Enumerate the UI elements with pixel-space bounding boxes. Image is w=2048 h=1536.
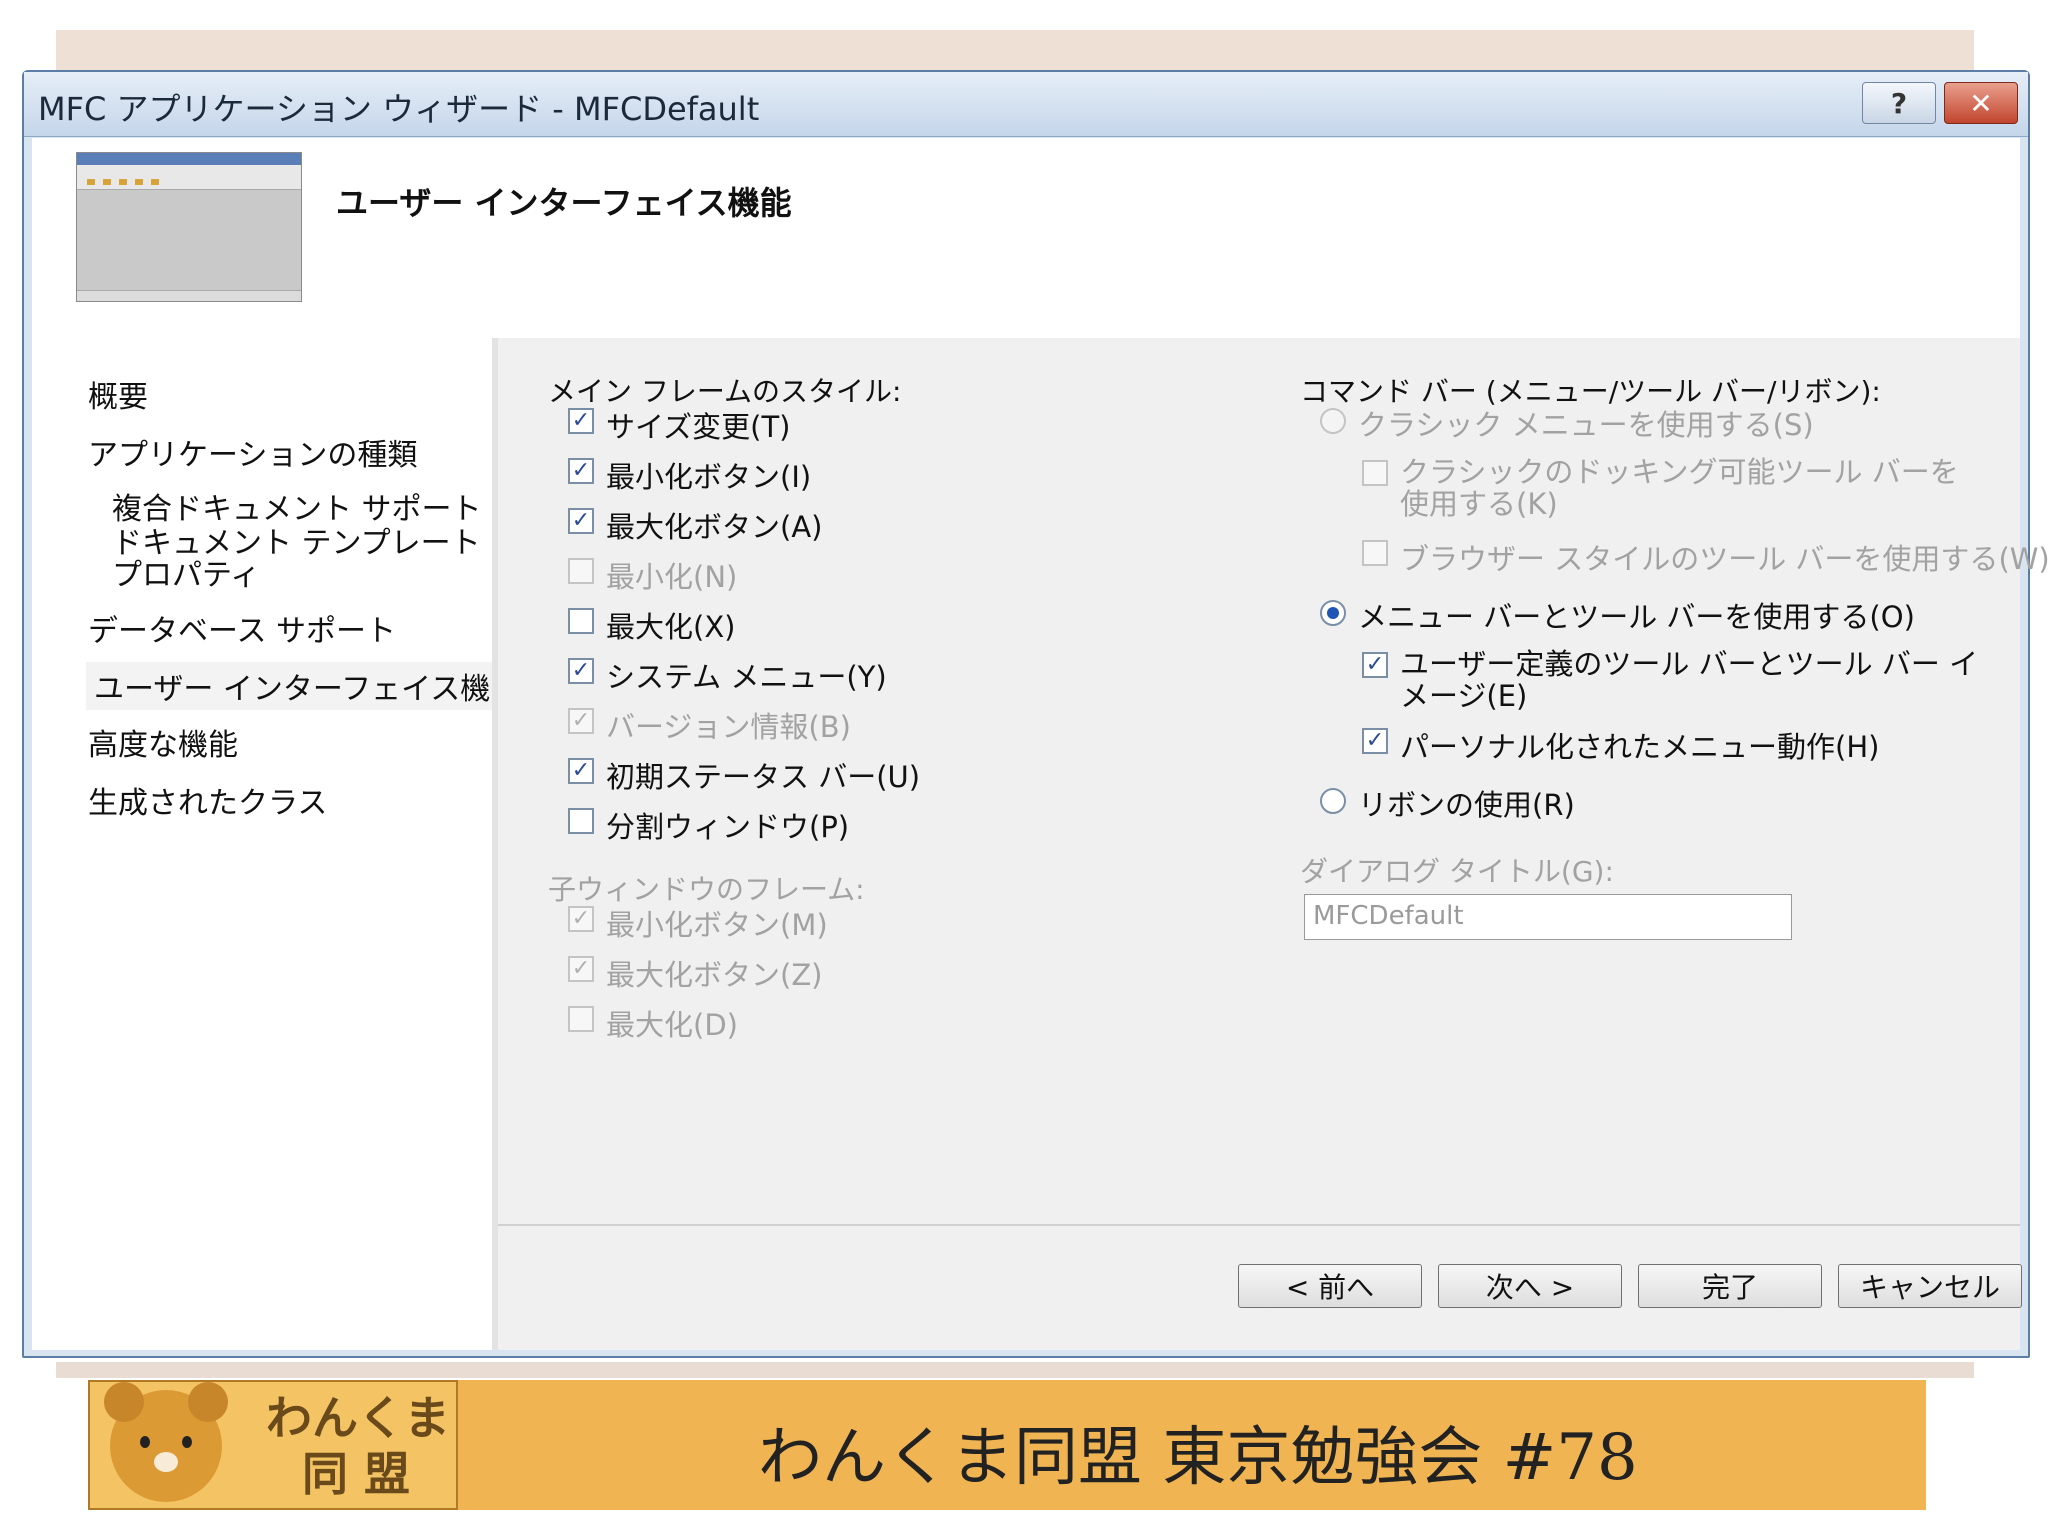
opt-status-bar[interactable]: ✓ 初期ステータス バー(U): [568, 754, 920, 796]
wizard-nav: 概要 アプリケーションの種類 複合ドキュメント サポート ドキュメント テンプレ…: [32, 338, 529, 1350]
radio-menubar-toolbar[interactable]: メニュー バーとツール バーを使用する(O): [1320, 594, 1915, 636]
dialog-title-label: ダイアログ タイトル(G):: [1300, 855, 1614, 888]
checkbox: ✓: [568, 956, 594, 982]
opt-personalized-menu[interactable]: ✓ パーソナル化されたメニュー動作(H): [1362, 724, 1879, 766]
opt-user-defined-toolbar[interactable]: ✓ ユーザー定義のツール バーとツール バー イメージ(E): [1362, 648, 1982, 712]
checkbox[interactable]: ✓: [1362, 728, 1388, 754]
opt-child-minimize-button: ✓ 最小化ボタン(M): [568, 902, 828, 944]
radio: [1320, 408, 1346, 434]
wankuma-logo: わんくま 同 盟: [88, 1380, 458, 1510]
opt-maximize-button[interactable]: ✓ 最大化ボタン(A): [568, 504, 822, 546]
prev-button[interactable]: < 前へ: [1238, 1264, 1422, 1308]
nav-item-advanced[interactable]: 高度な機能: [88, 720, 238, 764]
checkbox[interactable]: ✓: [568, 508, 594, 534]
slide-footer: わんくま 同 盟 わんくま同盟 東京勉強会 #78: [88, 1380, 1926, 1510]
nav-item-compound-doc[interactable]: 複合ドキュメント サポート: [112, 484, 482, 528]
opt-about-box: ✓ バージョン情報(B): [568, 704, 851, 746]
checkbox[interactable]: ✓: [568, 758, 594, 784]
opt-child-maximize-button: ✓ 最大化ボタン(Z): [568, 952, 823, 994]
opt-resize[interactable]: ✓ サイズ変更(T): [568, 404, 790, 446]
bear-icon: [104, 1382, 228, 1502]
checkbox[interactable]: [568, 608, 594, 634]
radio[interactable]: [1320, 600, 1346, 626]
opt-maximized[interactable]: 最大化(X): [568, 604, 736, 646]
wizard-window: MFC アプリケーション ウィザード - MFCDefault ? ✕ ユーザー…: [22, 70, 2048, 1358]
checkbox[interactable]: ✓: [568, 408, 594, 434]
nav-item-ui-features[interactable]: ユーザー インターフェイス機能: [86, 662, 529, 710]
slide-top-band: [56, 30, 1974, 74]
radio-classic-menu: クラシック メニューを使用する(S): [1320, 402, 1814, 444]
opt-system-menu[interactable]: ✓ システム メニュー(Y): [568, 654, 887, 696]
options-panel: メイン フレームのスタイル: ✓ サイズ変更(T) ✓ 最小化ボタン(I) ✓ 最大化…: [498, 338, 2048, 1350]
slide-bottom-band: [56, 1362, 1974, 1378]
divider: [498, 1224, 2020, 1226]
cancel-button[interactable]: キャンセル: [1838, 1264, 2022, 1308]
window-title: MFC アプリケーション ウィザード - MFCDefault: [38, 90, 760, 128]
checkbox: ✓: [568, 906, 594, 932]
page-title: ユーザー インターフェイス機能: [336, 184, 792, 222]
nav-item-database[interactable]: データベース サポート: [88, 606, 396, 650]
checkbox: [568, 558, 594, 584]
dialog-title-input: MFCDefault: [1304, 894, 1792, 940]
checkbox: [568, 1006, 594, 1032]
opt-child-maximized: 最大化(D): [568, 1002, 738, 1044]
radio[interactable]: [1320, 788, 1346, 814]
radio-ribbon[interactable]: リボンの使用(R): [1320, 782, 1575, 824]
app-preview-image: [76, 152, 302, 302]
close-button[interactable]: ✕: [1944, 82, 2018, 124]
checkbox: [1362, 540, 1388, 566]
finish-button[interactable]: 完了: [1638, 1264, 1822, 1308]
nav-item-generated-classes[interactable]: 生成されたクラス: [88, 778, 327, 822]
nav-item-app-type[interactable]: アプリケーションの種類: [88, 430, 417, 474]
checkbox: ✓: [568, 708, 594, 734]
opt-classic-docking: クラシックのドッキング可能ツール バーを使用する(K): [1362, 456, 1982, 520]
wizard-header: ユーザー インターフェイス機能: [32, 138, 2020, 338]
opt-minimized: 最小化(N): [568, 554, 737, 596]
wizard-client: ユーザー インターフェイス機能 概要 アプリケーションの種類 複合ドキュメント …: [32, 138, 2048, 1350]
logo-text: わんくま 同 盟: [266, 1391, 450, 1501]
opt-split-window[interactable]: 分割ウィンドウ(P): [568, 804, 849, 846]
checkbox[interactable]: ✓: [1362, 652, 1388, 678]
nav-item-overview[interactable]: 概要: [88, 372, 148, 416]
checkbox: [1362, 460, 1388, 486]
title-bar: MFC アプリケーション ウィザード - MFCDefault ? ✕: [24, 72, 2028, 137]
opt-browser-style: ブラウザー スタイルのツール バーを使用する(W): [1362, 536, 2048, 578]
help-button[interactable]: ?: [1862, 82, 1936, 124]
opt-minimize-button[interactable]: ✓ 最小化ボタン(I): [568, 454, 811, 496]
nav-item-doc-template[interactable]: ドキュメント テンプレート プロパティ: [112, 528, 482, 592]
checkbox[interactable]: [568, 808, 594, 834]
checkbox[interactable]: ✓: [568, 458, 594, 484]
checkbox[interactable]: ✓: [568, 658, 594, 684]
next-button[interactable]: 次へ >: [1438, 1264, 1622, 1308]
footer-title: わんくま同盟 東京勉強会 #78: [758, 1421, 1638, 1495]
